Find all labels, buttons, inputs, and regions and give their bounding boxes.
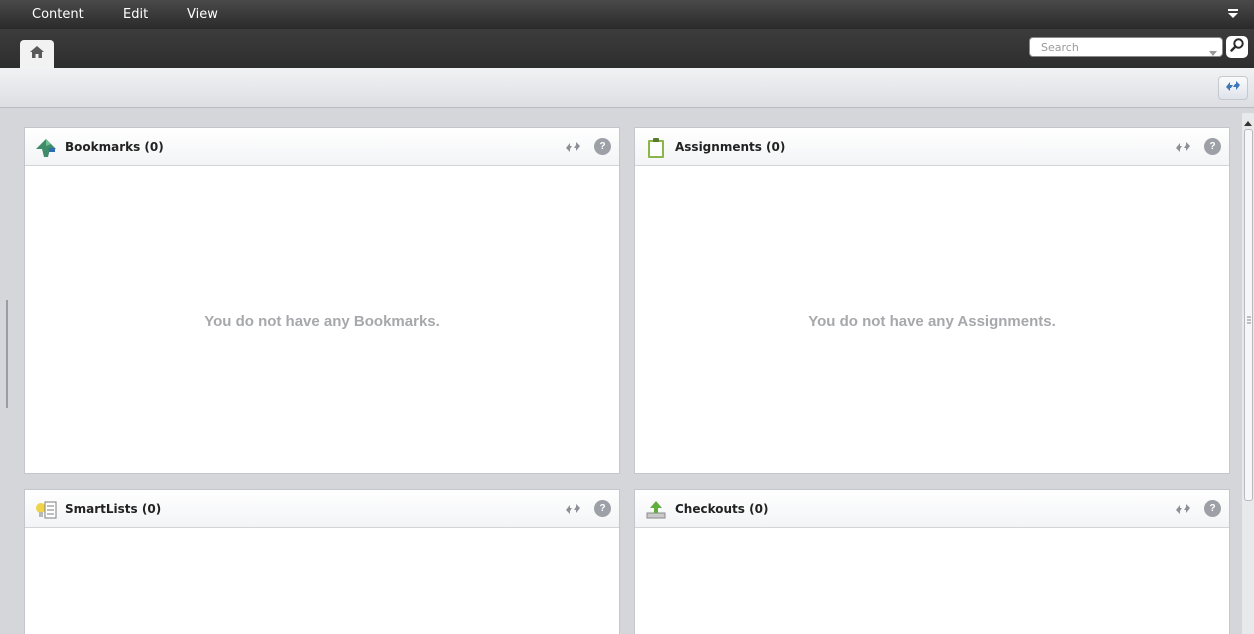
clipboard-icon <box>645 138 667 158</box>
home-tab[interactable] <box>20 40 54 68</box>
menu-overflow-icon[interactable] <box>1225 7 1241 21</box>
refresh-all-button[interactable] <box>1218 76 1248 100</box>
panel-title: Assignments (0) <box>675 140 786 154</box>
empty-message: You do not have any Assignments. <box>808 313 1056 330</box>
toolbar <box>0 68 1254 108</box>
panel-header: Bookmarks (0) ? <box>25 128 619 166</box>
smartlist-icon <box>35 500 57 520</box>
search-icon <box>1229 37 1245 58</box>
menu-content[interactable]: Content <box>32 7 84 22</box>
panel-title: Checkouts (0) <box>675 502 769 516</box>
grip-icon <box>1247 311 1251 324</box>
menu-view[interactable]: View <box>187 7 218 22</box>
menu-edit[interactable]: Edit <box>123 7 148 22</box>
panel-header: SmartLists (0) ? <box>25 490 619 528</box>
help-icon[interactable]: ? <box>594 138 611 155</box>
panel-title: Bookmarks (0) <box>65 140 164 154</box>
scroll-thumb[interactable] <box>1244 129 1253 501</box>
vertical-scrollbar[interactable] <box>1242 113 1254 634</box>
panel-title: SmartLists (0) <box>65 502 162 516</box>
help-icon[interactable]: ? <box>1204 500 1221 517</box>
refresh-icon[interactable] <box>1175 139 1191 155</box>
smartlists-panel: SmartLists (0) ? <box>24 489 620 634</box>
search-field <box>1029 37 1223 57</box>
search-dropdown-icon[interactable] <box>1209 44 1217 56</box>
assignments-panel: Assignments (0) ? You do not have any As… <box>634 127 1230 474</box>
dashboard-area: Bookmarks (0) ? You do not have any Book… <box>7 113 1239 634</box>
help-icon[interactable]: ? <box>594 500 611 517</box>
bookmarks-panel: Bookmarks (0) ? You do not have any Book… <box>24 127 620 474</box>
tab-bar <box>0 29 1254 68</box>
splitter-handle[interactable] <box>6 300 8 408</box>
scroll-up-icon[interactable] <box>1244 115 1252 126</box>
search-input[interactable] <box>1041 39 1211 55</box>
checkouts-panel: Checkouts (0) ? <box>634 489 1230 634</box>
bookmark-icon <box>35 138 57 158</box>
checkout-icon <box>645 500 667 520</box>
search-button[interactable] <box>1226 36 1248 58</box>
refresh-icon[interactable] <box>1175 501 1191 517</box>
empty-message: You do not have any Bookmarks. <box>204 313 440 330</box>
home-icon <box>29 45 45 64</box>
panel-header: Checkouts (0) ? <box>635 490 1229 528</box>
refresh-icon <box>1224 79 1242 98</box>
refresh-icon[interactable] <box>565 139 581 155</box>
refresh-icon[interactable] <box>565 501 581 517</box>
panel-header: Assignments (0) ? <box>635 128 1229 166</box>
help-icon[interactable]: ? <box>1204 138 1221 155</box>
menu-bar: Content Edit View <box>0 0 1254 29</box>
